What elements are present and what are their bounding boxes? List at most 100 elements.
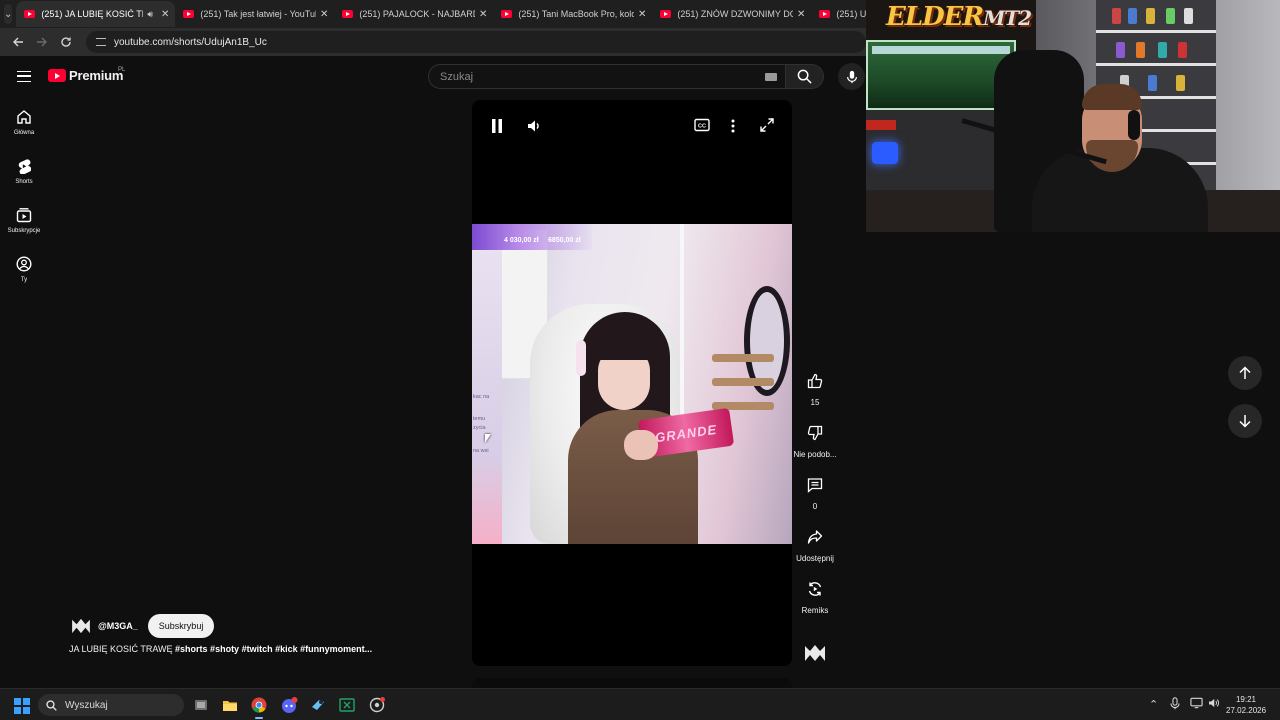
like-button[interactable]: 15 <box>796 373 834 407</box>
webcam-figure <box>1178 42 1187 58</box>
reload-icon[interactable] <box>54 30 78 54</box>
taskbar-search-label: Wyszukaj <box>65 699 108 711</box>
comments-button[interactable]: 0 <box>796 477 834 511</box>
next-short-button[interactable] <box>1228 404 1262 438</box>
tab-title: (251) Tak jest łatwiej - YouTube <box>200 9 316 19</box>
volume-button[interactable] <box>526 118 542 134</box>
youtube-favicon-icon <box>342 10 354 18</box>
tab-title: (251) ZNÓW DZWONIMY DO N <box>677 9 793 19</box>
search-icon <box>797 69 812 84</box>
tab-search-chevron-icon[interactable]: ⌄ <box>4 4 13 24</box>
sound-source-avatar[interactable] <box>802 640 828 666</box>
menu-icon[interactable] <box>17 71 31 82</box>
browser-tab[interactable]: (251) ZNÓW DZWONIMY DO N ✕ <box>652 1 811 27</box>
excel-icon[interactable] <box>337 695 357 715</box>
tray-overflow-chevron-icon[interactable]: ⌃ <box>1149 698 1158 711</box>
fullscreen-button[interactable] <box>760 118 774 132</box>
webcam-figure <box>1128 8 1137 24</box>
browser-tab[interactable]: (251) Tak jest łatwiej - YouTube ✕ <box>175 1 334 27</box>
channel-avatar[interactable] <box>70 615 92 637</box>
file-explorer-icon[interactable] <box>220 695 240 715</box>
comment-count: 0 <box>812 502 818 511</box>
logo-text: Premium <box>69 68 124 83</box>
keyboard-icon[interactable] <box>765 73 777 81</box>
sidebar-item-label: Subskrypcje <box>7 228 41 234</box>
chrome-icon[interactable] <box>249 695 269 719</box>
task-view-icon[interactable] <box>191 695 211 715</box>
video-chat-line: na wsi <box>473 448 489 454</box>
discord-icon[interactable] <box>279 695 299 715</box>
youtube-favicon-icon <box>24 10 36 18</box>
microphone-icon <box>846 70 857 83</box>
webcam-figure <box>1112 8 1121 24</box>
arrow-up-icon <box>1239 366 1251 379</box>
tab-close-icon[interactable]: ✕ <box>479 9 487 20</box>
back-arrow-icon[interactable] <box>6 30 30 54</box>
search-button[interactable] <box>786 64 824 89</box>
webcam-figure <box>1116 42 1125 58</box>
like-count: 15 <box>810 398 820 407</box>
forward-arrow-icon[interactable] <box>30 30 54 54</box>
video-person-bangs <box>590 328 660 360</box>
youtube-favicon-icon <box>660 10 672 18</box>
remix-button[interactable]: Remiks <box>796 581 834 615</box>
channel-handle[interactable]: @M3GA_ <box>98 621 138 631</box>
video-overlay-amount: 4 030,00 zł <box>504 237 539 244</box>
taskbar-search[interactable]: Wyszukaj <box>38 694 184 716</box>
video-frame[interactable]: GRANDE 4 030,00 zł 6850,00 zł kac na tem… <box>472 224 792 544</box>
tab-close-icon[interactable]: ✕ <box>161 9 169 20</box>
youtube-premium-logo[interactable]: Premium <box>48 68 123 83</box>
pause-icon <box>492 119 502 133</box>
browser-tab[interactable]: (251) U <box>811 1 866 27</box>
voice-search-button[interactable] <box>838 63 865 90</box>
webcam-blue-light <box>872 142 898 164</box>
tab-close-icon[interactable]: ✕ <box>320 9 328 20</box>
dislike-button[interactable]: Nie podob... <box>793 425 837 459</box>
browser-tab[interactable]: (251) PAJALOCK - NAJBARDZIE ✕ <box>334 1 493 27</box>
browser-tab[interactable]: (251) JA LUBIĘ KOSIĆ TRAWĘ 🔊︎ ✕ <box>16 1 176 27</box>
taskbar-clock[interactable]: 19:21 27.02.2026 <box>1226 694 1266 716</box>
browser-tab[interactable]: (251) Tani MacBook Pro, koloro ✕ <box>493 1 652 27</box>
windows-taskbar: Wyszukaj ⌃ 19:21 27.02.2026 <box>0 688 1280 720</box>
share-button[interactable]: Udostępnij <box>796 529 834 563</box>
channel-logo-icon <box>805 645 825 661</box>
shorts-player[interactable]: CC GRANDE 4 030,00 zł 6850,00 zł kac na … <box>472 100 792 666</box>
captions-button[interactable]: CC <box>694 118 710 132</box>
sidebar-item-home[interactable]: Główna <box>0 109 48 136</box>
tab-title: (251) Tani MacBook Pro, koloro <box>518 9 634 19</box>
tab-close-icon[interactable]: ✕ <box>638 9 646 20</box>
dislike-label: Nie podob... <box>793 450 837 459</box>
sidebar-item-shorts[interactable]: Shorts <box>0 158 48 185</box>
video-chat-line: kac na <box>473 394 490 400</box>
pause-button[interactable] <box>490 118 504 134</box>
webcam-figure <box>1158 42 1167 58</box>
steam-icon[interactable] <box>308 695 328 715</box>
previous-short-button[interactable] <box>1228 356 1262 390</box>
browser-tab-strip: ⌄ (251) JA LUBIĘ KOSIĆ TRAWĘ 🔊︎ ✕ (251) … <box>0 0 866 28</box>
more-options-button[interactable] <box>730 118 736 134</box>
tab-audio-icon[interactable]: 🔊︎ <box>147 9 153 20</box>
site-info-icon[interactable] <box>96 38 106 46</box>
subscribe-button[interactable]: Subskrybuj <box>147 614 215 638</box>
search-input[interactable]: Szukaj <box>428 64 786 89</box>
clock-date: 27.02.2026 <box>1226 706 1267 715</box>
channel-row: @M3GA_ Subskrybuj <box>70 614 215 638</box>
obs-icon[interactable] <box>367 695 387 715</box>
webcam-figure <box>1148 75 1157 91</box>
network-icon[interactable] <box>1190 697 1203 712</box>
speaker-icon[interactable] <box>1207 697 1220 712</box>
streamer-webcam: ELDERMT2 <box>866 0 1280 232</box>
tray-microphone-icon[interactable] <box>1170 697 1180 713</box>
sidebar-item-you[interactable]: Ty <box>0 256 48 283</box>
fullscreen-icon <box>760 118 774 132</box>
short-title[interactable]: JA LUBIĘ KOSIĆ TRAWĘ #shorts #shoty #twi… <box>69 644 372 654</box>
thumbs-up-icon <box>807 373 823 389</box>
address-bar[interactable]: youtube.com/shorts/UdujAn1B_Uc <box>86 31 866 53</box>
short-hashtags[interactable]: #shorts #shoty #twitch #kick #funnymomen… <box>175 644 372 654</box>
youtube-favicon-icon <box>819 10 831 18</box>
tab-close-icon[interactable]: ✕ <box>797 9 805 20</box>
arrow-down-icon <box>1239 415 1251 428</box>
windows-start-icon[interactable] <box>14 698 30 714</box>
sidebar-item-subscriptions[interactable]: Subskrypcje <box>0 207 48 234</box>
account-icon <box>16 256 32 272</box>
